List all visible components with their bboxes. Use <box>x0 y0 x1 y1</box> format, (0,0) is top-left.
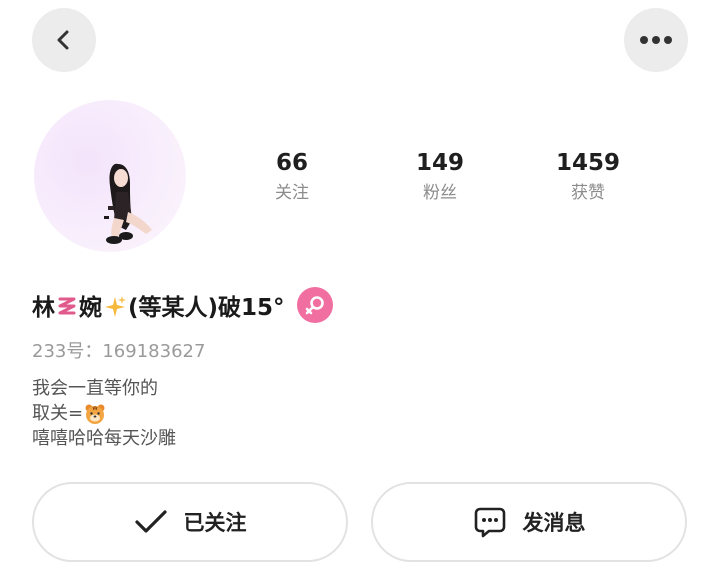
gender-badge <box>296 287 333 323</box>
send-message-label: 发消息 <box>522 511 586 535</box>
username-part-1: 林 <box>32 295 55 321</box>
back-button[interactable] <box>32 8 96 72</box>
likes-count: 1459 <box>555 150 620 176</box>
username: 林 婉 (等某人)破15° <box>32 288 285 322</box>
check-icon <box>134 510 167 533</box>
stat-fans[interactable]: 149 粉丝 <box>380 148 500 204</box>
following-label: 关注 <box>275 183 309 203</box>
more-options-button[interactable] <box>624 8 688 72</box>
likes-label: 获赞 <box>571 183 605 203</box>
stat-likes: 1459 获赞 <box>528 148 648 204</box>
following-count: 66 <box>275 150 308 176</box>
sparkles-icon <box>105 296 126 317</box>
ellipsis-horizontal-icon <box>640 36 672 44</box>
bio-line-1: 我会一直等你的 <box>32 378 158 399</box>
zigzag-emoji-icon <box>58 297 76 315</box>
bio-line-3: 嘻嘻哈哈每天沙雕 <box>32 428 176 449</box>
female-symbol-icon <box>305 296 324 315</box>
uid-value: 169183627 <box>102 341 206 362</box>
followed-label: 已关注 <box>183 511 247 535</box>
bio-line-2-text: 取关= <box>32 403 84 424</box>
uid-label: 233号： <box>32 341 103 362</box>
chat-bubble-icon <box>474 507 505 538</box>
avatar[interactable] <box>34 100 186 252</box>
bio-line-2: 取关= <box>32 401 176 426</box>
uid-row[interactable]: 233号：169183627 <box>32 337 205 363</box>
followed-button[interactable]: 已关注 <box>32 482 348 562</box>
send-message-button[interactable]: 发消息 <box>371 482 687 562</box>
username-part-3: (等某人)破15° <box>128 295 285 321</box>
fans-count: 149 <box>415 150 464 176</box>
bio: 我会一直等你的 取关= 嘻嘻哈哈每天沙雕 <box>32 376 176 451</box>
profile-page: 66 关注 149 粉丝 1459 获赞 林 婉 (等某人)破15° 233号：… <box>0 0 720 572</box>
fans-label: 粉丝 <box>423 183 457 203</box>
username-part-2: 婉 <box>79 295 102 321</box>
stat-following[interactable]: 66 关注 <box>232 148 352 204</box>
chevron-left-icon <box>57 30 69 50</box>
avatar-image <box>104 163 152 244</box>
tiger-face-icon <box>85 404 105 424</box>
name-row: 林 婉 (等某人)破15° <box>32 286 333 324</box>
